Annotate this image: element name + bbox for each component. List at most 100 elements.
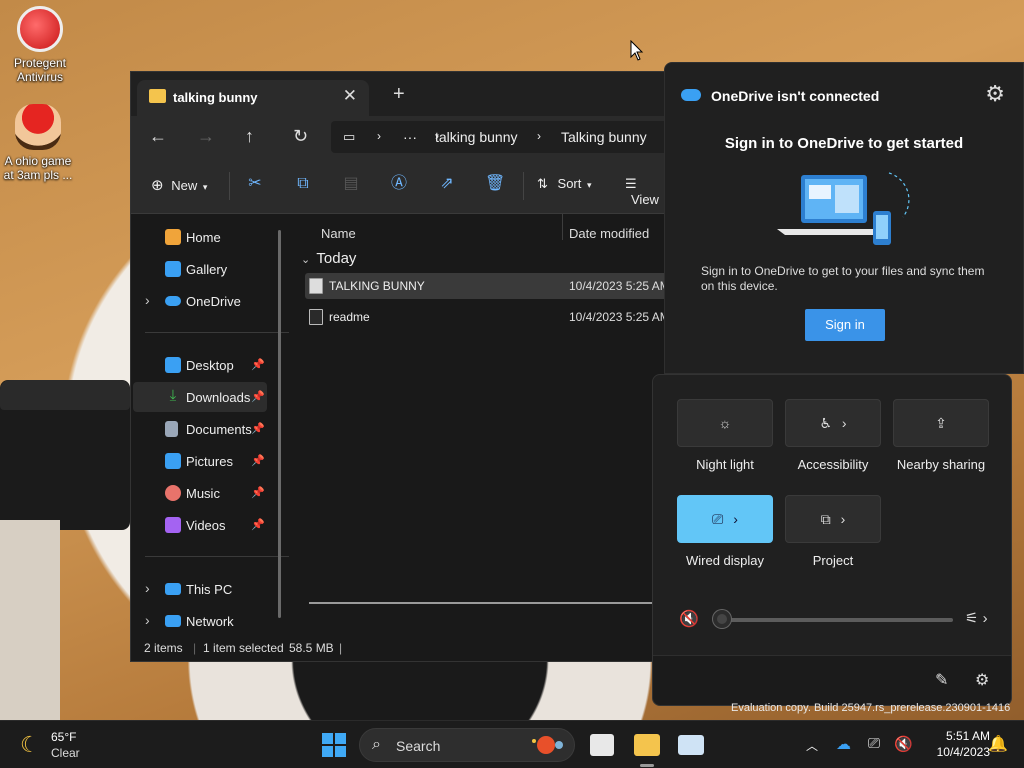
- view-icon: ☰: [625, 176, 637, 191]
- close-tab-icon[interactable]: ✕: [343, 86, 357, 106]
- this-pc-crumb-icon[interactable]: ▭: [343, 129, 355, 145]
- wired-display-toggle[interactable]: ⎚ ›: [677, 495, 773, 543]
- copy-icon[interactable]: ⧉: [293, 174, 313, 194]
- desktop-icon-protegent[interactable]: Protegent Antivirus: [2, 6, 78, 84]
- quick-setting-label: Nearby sharing: [896, 457, 986, 472]
- night-light-toggle[interactable]: ☼: [677, 399, 773, 447]
- show-hidden-icons-chevron-icon[interactable]: ︿: [806, 737, 818, 754]
- quick-settings-panel: ☼ Night light ♿ › Accessibility ⇪ Nearby…: [652, 374, 1012, 706]
- audio-mixer-icon[interactable]: ⚟ ›: [965, 609, 988, 627]
- windows-logo-icon: [335, 746, 346, 757]
- forward-button[interactable]: →: [197, 126, 215, 146]
- speaker-muted-icon[interactable]: 🔇: [679, 609, 699, 629]
- sidebar-item-documents[interactable]: Documents 📌: [133, 414, 267, 444]
- address-bar[interactable]: ▭ › ··· › talking bunny › Talking bunny: [331, 121, 669, 153]
- column-header-name[interactable]: Name: [321, 226, 356, 241]
- chevron-right-icon[interactable]: ›: [145, 612, 150, 628]
- onedrive-description: Sign in to OneDrive to get to your files…: [701, 264, 985, 293]
- folder-icon: [149, 89, 166, 103]
- share-icon[interactable]: ⇗: [437, 174, 457, 194]
- chevron-right-icon[interactable]: ›: [145, 580, 150, 596]
- sidebar-item-pictures[interactable]: Pictures 📌: [133, 446, 267, 476]
- system-clock[interactable]: 5:51 AM 10/4/2023: [920, 728, 990, 760]
- chevron-down-icon: ▾: [202, 182, 208, 192]
- paste-icon[interactable]: ▤: [341, 174, 361, 194]
- settings-gear-icon[interactable]: ⚙: [975, 670, 989, 690]
- sign-in-button[interactable]: Sign in: [805, 309, 885, 341]
- downloads-icon: ⤓: [169, 387, 177, 404]
- file-row-talking-bunny[interactable]: TALKING BUNNY 10/4/2023 5:25 AM: [305, 273, 669, 299]
- gallery-icon: [165, 261, 181, 277]
- background-wall-strip: [0, 520, 60, 720]
- sidebar-item-label: Home: [186, 230, 221, 245]
- volume-muted-tray-icon[interactable]: 🔇: [894, 735, 913, 753]
- sidebar-item-music[interactable]: Music 📌: [133, 478, 267, 508]
- sidebar-item-this-pc[interactable]: › This PC: [133, 574, 267, 604]
- navigation-bar: ← → ↑ ↻ ▭ › ··· › talking bunny › Talkin…: [131, 116, 669, 158]
- volume-slider-track[interactable]: [721, 618, 953, 622]
- breadcrumb-item-talking-bunny-sub[interactable]: Talking bunny: [561, 129, 647, 145]
- chevron-right-icon[interactable]: ›: [145, 292, 150, 308]
- edit-pencil-icon[interactable]: ✎: [935, 670, 948, 690]
- text-file-icon: [309, 309, 323, 325]
- project-toggle[interactable]: ⧉ ›: [785, 495, 881, 543]
- view-button[interactable]: ☰ View: [625, 176, 669, 207]
- search-highlight-icon: [532, 736, 563, 754]
- protegent-icon: [17, 6, 63, 52]
- refresh-button[interactable]: ↻: [293, 126, 308, 146]
- tab-talking-bunny[interactable]: talking bunny ✕: [137, 80, 369, 116]
- onedrive-title: OneDrive isn't connected: [711, 88, 880, 104]
- group-label: Today: [316, 250, 357, 267]
- sidebar-item-desktop[interactable]: Desktop 📌: [133, 350, 267, 380]
- new-tab-button[interactable]: +: [393, 84, 405, 104]
- desktop-icon-ohio-game[interactable]: A ohio game at 3am pls ...: [0, 104, 76, 182]
- file-explorer-taskbar-icon[interactable]: [634, 734, 660, 756]
- volume-slider-thumb[interactable]: [713, 610, 731, 628]
- gear-icon[interactable]: ⚙: [985, 81, 1005, 107]
- sidebar-item-label: Network: [186, 614, 234, 629]
- start-button[interactable]: [322, 733, 346, 757]
- sidebar-item-videos[interactable]: Videos 📌: [133, 510, 267, 540]
- accessibility-toggle[interactable]: ♿ ›: [785, 399, 881, 447]
- sidebar-item-label: Pictures: [186, 454, 233, 469]
- cut-icon[interactable]: ✂: [245, 174, 265, 194]
- sidebar-scrollbar[interactable]: [278, 230, 281, 618]
- sidebar-item-home[interactable]: Home: [133, 222, 267, 252]
- active-app-indicator: [640, 764, 654, 767]
- sidebar-item-label: This PC: [186, 582, 233, 597]
- new-button[interactable]: ⊕ New ▾: [151, 176, 207, 194]
- onedrive-laptop-illustration: [777, 172, 910, 245]
- quick-setting-label: Project: [812, 553, 854, 568]
- rename-icon[interactable]: Ⓐ: [389, 174, 409, 194]
- breadcrumb-separator: ›: [537, 129, 541, 143]
- search-icon: ⌕: [372, 736, 381, 753]
- sort-button[interactable]: ⇅ Sort ▾: [537, 176, 592, 192]
- horizontal-scrollbar[interactable]: [309, 602, 653, 604]
- desktop-icon: [165, 357, 181, 373]
- column-separator[interactable]: [562, 214, 563, 240]
- back-button[interactable]: ←: [149, 126, 167, 146]
- photos-taskbar-icon[interactable]: [678, 735, 704, 755]
- nearby-sharing-toggle[interactable]: ⇪: [893, 399, 989, 447]
- navigation-pane: Home Gallery › OneDrive Desktop 📌 ⤓ Down…: [131, 214, 289, 636]
- network-tray-icon[interactable]: ⎚: [868, 735, 880, 752]
- sidebar-item-gallery[interactable]: Gallery: [133, 254, 267, 284]
- delete-icon[interactable]: 🗑: [485, 174, 505, 194]
- task-view-icon[interactable]: [590, 734, 614, 756]
- search-box[interactable]: ⌕ Search: [359, 728, 575, 762]
- sidebar-item-network[interactable]: › Network: [133, 606, 267, 636]
- sidebar-item-onedrive[interactable]: › OneDrive: [133, 286, 267, 316]
- moon-icon: ☾: [20, 732, 40, 757]
- column-header-date[interactable]: Date modified: [569, 226, 649, 241]
- windows-logo-icon: [322, 746, 333, 757]
- file-row-readme[interactable]: readme 10/4/2023 5:25 AM: [305, 304, 669, 330]
- windows-logo-icon: [322, 733, 333, 744]
- up-button[interactable]: ↑: [245, 126, 254, 146]
- sidebar-item-downloads[interactable]: ⤓ Downloads 📌: [133, 382, 267, 412]
- onedrive-tray-icon[interactable]: ☁: [836, 735, 851, 753]
- quick-setting-label: Wired display: [685, 553, 765, 568]
- group-header-today[interactable]: ⌄ Today: [301, 250, 356, 267]
- notification-bell-icon[interactable]: 🔔: [988, 734, 1008, 754]
- breadcrumb-more[interactable]: ···: [403, 129, 417, 145]
- breadcrumb-item-talking-bunny[interactable]: talking bunny: [435, 129, 518, 145]
